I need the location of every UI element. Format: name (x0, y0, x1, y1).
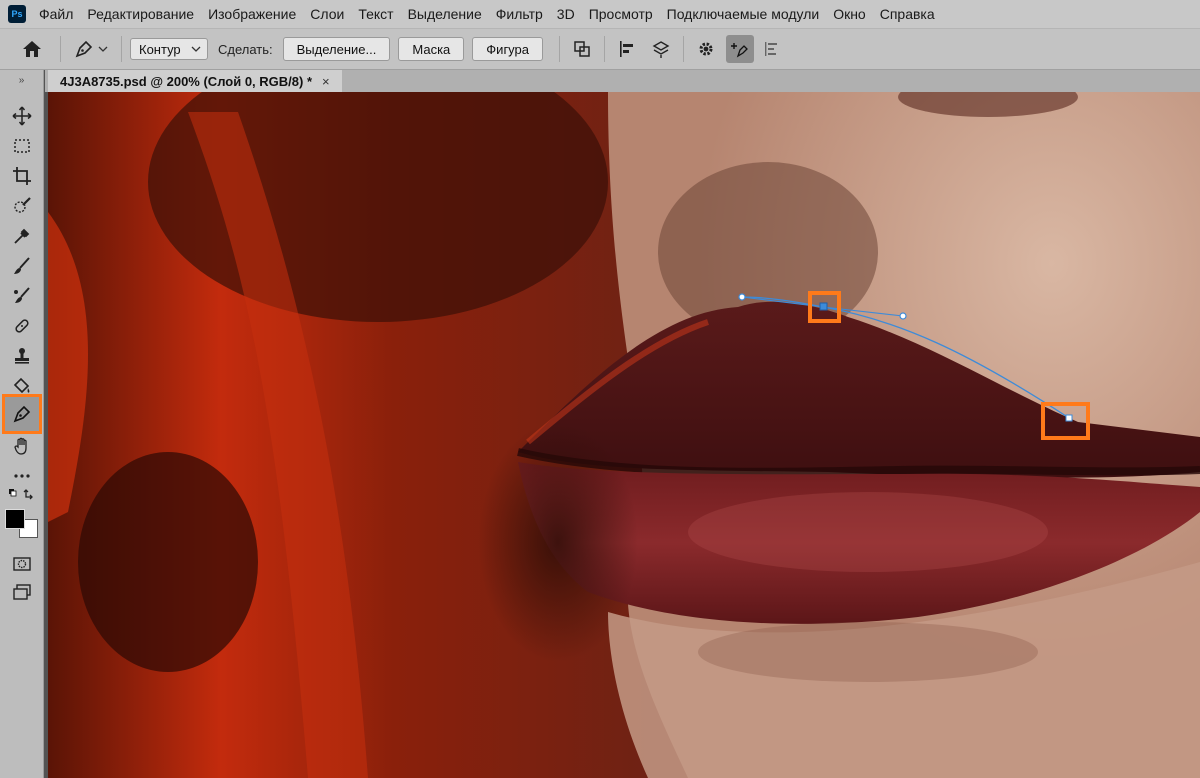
path-alignment-icon[interactable] (613, 35, 641, 63)
screen-mode-icon[interactable] (7, 578, 37, 606)
menu-bar: Ps Файл Редактирование Изображение Слои … (0, 0, 1200, 28)
make-selection-button[interactable]: Выделение... (282, 37, 391, 61)
menu-plugins[interactable]: Подключаемые модули (660, 6, 827, 22)
menu-3d[interactable]: 3D (550, 6, 582, 22)
menu-type[interactable]: Текст (351, 6, 400, 22)
menu-filter[interactable]: Фильтр (489, 6, 550, 22)
quick-mask-mode-icon[interactable] (7, 550, 37, 578)
close-icon[interactable]: × (322, 74, 330, 89)
mode-dropdown-label: Контур (139, 41, 181, 57)
chevron-down-icon (98, 46, 108, 52)
anchor-point[interactable] (1065, 414, 1073, 422)
photoshop-logo-icon[interactable]: Ps (8, 5, 26, 23)
align-edges-icon[interactable] (758, 35, 786, 63)
document-tab-title: 4J3A8735.psd @ 200% (Слой 0, RGB/8) * (60, 73, 313, 89)
tools-panel: » (0, 70, 44, 778)
make-mask-button[interactable]: Маска (398, 37, 465, 61)
menu-image[interactable]: Изображение (201, 6, 303, 22)
menu-layers[interactable]: Слои (303, 6, 351, 22)
menu-file[interactable]: Файл (32, 6, 80, 22)
rectangular-marquee-tool-icon[interactable] (7, 132, 37, 160)
collapse-panel-icon[interactable]: » (0, 70, 43, 90)
hand-tool-icon[interactable] (7, 432, 37, 460)
clone-stamp-tool-icon[interactable] (7, 342, 37, 370)
options-bar: Контур Сделать: Выделение... Маска Фигур… (0, 28, 1200, 70)
make-shape-button[interactable]: Фигура (472, 37, 543, 61)
separator (604, 36, 605, 62)
separator (60, 36, 61, 62)
healing-brush-tool-icon[interactable] (7, 312, 37, 340)
pen-icon (75, 40, 93, 58)
direction-handle[interactable] (738, 293, 746, 301)
crop-tool-icon[interactable] (7, 162, 37, 190)
brush-tool-icon[interactable] (7, 252, 37, 280)
auto-add-delete-icon[interactable] (726, 35, 754, 63)
menu-window[interactable]: Окно (826, 6, 873, 22)
move-tool-icon[interactable] (7, 102, 37, 130)
photo-lips-closeup (48, 92, 1200, 778)
menu-help[interactable]: Справка (873, 6, 942, 22)
separator (559, 36, 560, 62)
home-icon[interactable] (12, 36, 52, 62)
document-canvas[interactable] (48, 92, 1200, 778)
eyedropper-tool-icon[interactable] (7, 222, 37, 250)
path-arrangement-icon[interactable] (647, 35, 675, 63)
path-operations-icon[interactable] (568, 35, 596, 63)
make-label: Сделать: (218, 41, 273, 57)
direction-handle[interactable] (899, 312, 907, 320)
separator (121, 36, 122, 62)
menu-edit[interactable]: Редактирование (80, 6, 201, 22)
mode-dropdown[interactable]: Контур (130, 38, 208, 60)
foreground-color-swatch[interactable] (5, 509, 25, 529)
mixer-brush-tool-icon[interactable] (7, 282, 37, 310)
chevron-down-icon (191, 46, 201, 52)
gear-icon[interactable] (692, 35, 720, 63)
document-tab[interactable]: 4J3A8735.psd @ 200% (Слой 0, RGB/8) * × (48, 70, 342, 92)
document-tab-bar: 4J3A8735.psd @ 200% (Слой 0, RGB/8) * × (45, 70, 1200, 92)
menu-select[interactable]: Выделение (401, 6, 489, 22)
separator (683, 36, 684, 62)
foreground-background-color-swatches[interactable] (5, 509, 38, 544)
anchor-point-selected[interactable] (819, 302, 828, 311)
menu-view[interactable]: Просмотр (582, 6, 660, 22)
pen-tool-preset-picker[interactable] (69, 36, 113, 62)
default-colors-and-swap-icon[interactable] (7, 484, 37, 506)
quick-selection-tool-icon[interactable] (7, 192, 37, 220)
pen-tool-icon[interactable] (2, 394, 42, 434)
